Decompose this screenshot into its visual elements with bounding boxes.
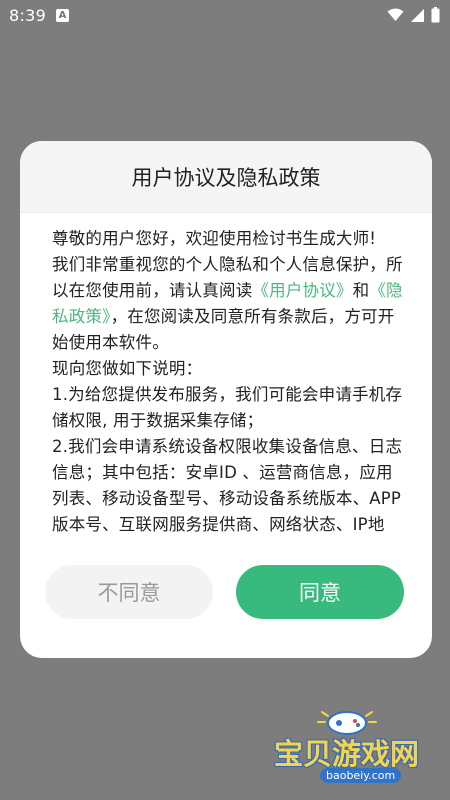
explanation-heading: 现向您做如下说明： <box>52 359 203 378</box>
signal-icon <box>411 8 424 22</box>
watermark-title: 宝贝游戏网 <box>274 737 420 771</box>
agree-button[interactable]: 同意 <box>236 565 404 619</box>
status-bar: 8:39 A <box>0 0 450 32</box>
dialog-header: 用户协议及隐私政策 <box>20 141 432 213</box>
watermark-subtitle: baobeiy.com <box>320 768 402 783</box>
status-time: 8:39 <box>9 6 47 25</box>
user-agreement-link[interactable]: 《用户协议》 <box>252 281 352 300</box>
wifi-icon <box>387 8 404 21</box>
dialog-body[interactable]: 尊敬的用户您好，欢迎使用检讨书生成大师! 我们非常重视您的个人隐私和个人信息保护… <box>52 226 406 538</box>
explanation-item-2: 2.我们会申请系统设备权限收集设备信息、日志信息；其中包括：安卓ID 、运营商信… <box>52 437 403 534</box>
notification-badge-icon: A <box>56 9 69 22</box>
greeting-text: 尊敬的用户您好，欢迎使用检讨书生成大师! <box>52 229 377 248</box>
battery-icon <box>431 7 440 23</box>
watermark-logo: 宝贝游戏网 baobeiy.com <box>260 706 440 786</box>
intro-text: 我们非常重视您的个人隐私和个人信息保护，所以在您使用前，请认真阅读《用户协议》和… <box>52 252 406 356</box>
dialog-title: 用户协议及隐私政策 <box>131 165 321 190</box>
disagree-button[interactable]: 不同意 <box>45 565 213 619</box>
explanation-item-1: 1.为给您提供发布服务，我们可能会申请手机存储权限, 用于数据采集存储； <box>52 385 403 430</box>
privacy-dialog: 用户协议及隐私政策 尊敬的用户您好，欢迎使用检讨书生成大师! 我们非常重视您的个… <box>20 141 432 658</box>
and-text: 和 <box>352 281 370 300</box>
